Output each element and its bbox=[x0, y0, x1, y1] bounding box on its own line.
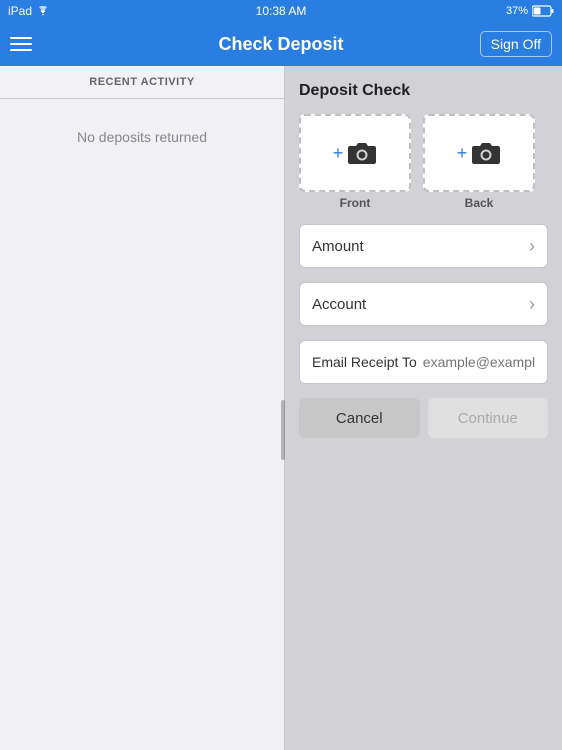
back-plus-icon: + bbox=[457, 143, 468, 164]
front-image-box[interactable]: + bbox=[299, 114, 411, 192]
check-images-row: + Front + bbox=[299, 114, 548, 210]
account-field[interactable]: Account › bbox=[299, 282, 548, 326]
back-image-container: + Back bbox=[423, 114, 535, 210]
status-time: 10:38 AM bbox=[256, 4, 307, 18]
back-camera-group: + bbox=[457, 140, 502, 166]
sign-off-button[interactable]: Sign Off bbox=[480, 31, 552, 57]
amount-chevron-icon: › bbox=[529, 236, 535, 257]
email-input[interactable] bbox=[423, 354, 535, 370]
continue-button: Continue bbox=[428, 398, 549, 438]
status-bar: iPad 10:38 AM 37% bbox=[0, 0, 562, 22]
front-label: Front bbox=[340, 196, 371, 210]
back-camera-icon bbox=[471, 140, 501, 166]
battery-label: 37% bbox=[506, 5, 528, 17]
left-panel: RECENT ACTIVITY No deposits returned bbox=[0, 66, 285, 750]
deposit-check-title: Deposit Check bbox=[299, 82, 548, 100]
back-image-box[interactable]: + bbox=[423, 114, 535, 192]
menu-button[interactable] bbox=[10, 29, 40, 59]
page-title: Check Deposit bbox=[218, 34, 343, 55]
buttons-row: Cancel Continue bbox=[299, 398, 548, 438]
no-deposits-area: No deposits returned bbox=[0, 99, 284, 750]
carrier-label: iPad bbox=[8, 4, 32, 18]
account-chevron-icon: › bbox=[529, 294, 535, 315]
scroll-indicator bbox=[281, 400, 285, 460]
status-left: iPad bbox=[8, 4, 50, 18]
nav-bar: Check Deposit Sign Off bbox=[0, 22, 562, 66]
email-receipt-label: Email Receipt To bbox=[312, 354, 417, 370]
front-plus-icon: + bbox=[333, 143, 344, 164]
cancel-button[interactable]: Cancel bbox=[299, 398, 420, 438]
amount-label: Amount bbox=[312, 238, 364, 255]
front-camera-group: + bbox=[333, 140, 378, 166]
no-deposits-text: No deposits returned bbox=[77, 129, 207, 145]
status-right: 37% bbox=[506, 5, 554, 17]
amount-field[interactable]: Amount › bbox=[299, 224, 548, 268]
right-panel: Deposit Check + Front bbox=[285, 66, 562, 750]
recent-activity-header: RECENT ACTIVITY bbox=[0, 66, 284, 99]
account-label: Account bbox=[312, 296, 366, 313]
email-row: Email Receipt To bbox=[299, 340, 548, 384]
front-camera-icon bbox=[347, 140, 377, 166]
wifi-icon bbox=[36, 6, 50, 16]
front-image-container: + Front bbox=[299, 114, 411, 210]
battery-icon bbox=[532, 5, 554, 17]
back-label: Back bbox=[465, 196, 494, 210]
